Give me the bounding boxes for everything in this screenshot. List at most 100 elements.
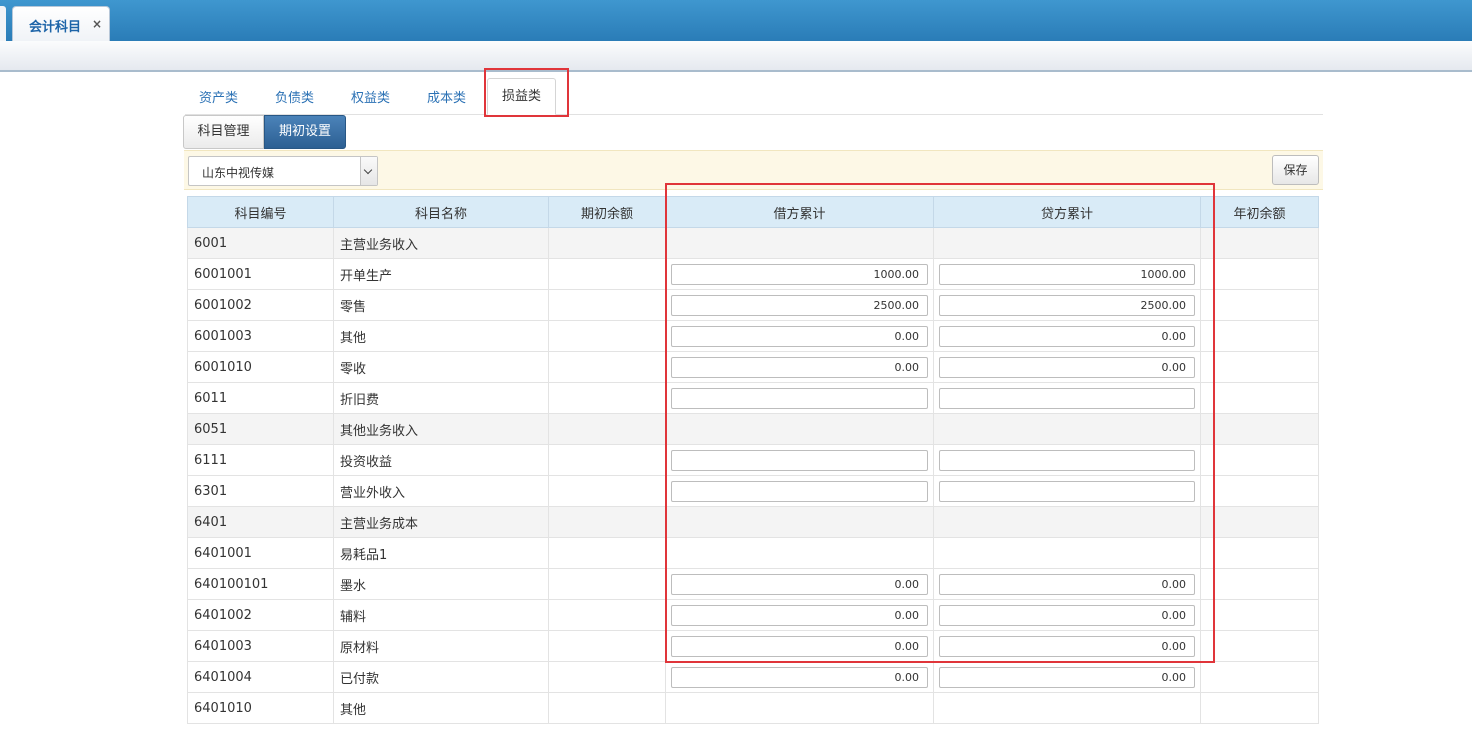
cell-opening-balance: [548, 537, 666, 569]
table-row: 6401003 原材料: [187, 630, 1319, 662]
debit-total-input[interactable]: [671, 325, 928, 347]
chevron-down-icon[interactable]: [360, 157, 377, 185]
tab-equity[interactable]: 权益类: [351, 84, 390, 114]
credit-total-input[interactable]: [939, 356, 1195, 378]
table-row: 6401 主营业务成本: [187, 506, 1319, 538]
debit-total-input[interactable]: [671, 666, 928, 688]
cell-credit-total: [933, 475, 1201, 507]
debit-total-input[interactable]: [671, 480, 928, 502]
credit-total-input[interactable]: [939, 294, 1195, 316]
sub-header-bar: [0, 41, 1472, 72]
cell-debit-total: [665, 258, 934, 290]
cell-year-opening: [1200, 444, 1319, 476]
cell-year-opening: [1200, 568, 1319, 600]
cell-code: 6001003: [187, 320, 334, 352]
table-row: 6401001 易耗品1: [187, 537, 1319, 569]
col-header-year-opening: 年初余额: [1200, 196, 1319, 228]
category-tabs: 资产类 负债类 权益类 成本类 损益类: [185, 78, 1323, 115]
cell-debit-total: [665, 413, 934, 445]
cell-debit-total: [665, 692, 934, 724]
cell-year-opening: [1200, 258, 1319, 290]
cell-credit-total: [933, 289, 1201, 321]
tab-liabilities[interactable]: 负债类: [275, 84, 314, 114]
credit-total-input[interactable]: [939, 325, 1195, 347]
cell-debit-total: [665, 444, 934, 476]
opening-balance-table: 科目编号 科目名称 期初余额 借方累计 贷方累计 年初余额 6001 主营业务收入…: [187, 196, 1319, 724]
cell-opening-balance: [548, 444, 666, 476]
cell-code: 6001010: [187, 351, 334, 383]
debit-total-input[interactable]: [671, 356, 928, 378]
debit-total-input[interactable]: [671, 294, 928, 316]
table-body: 6001主营业务收入6001001开单生产6001002零售6001003其他6…: [187, 227, 1319, 724]
col-header-debit-total: 借方累计: [665, 196, 934, 228]
tab-assets[interactable]: 资产类: [199, 84, 238, 114]
cell-code: 6051: [187, 413, 334, 445]
col-header-name: 科目名称: [333, 196, 549, 228]
table-row: 6011 折旧费: [187, 382, 1319, 414]
credit-total-input[interactable]: [939, 449, 1195, 471]
subject-management-button[interactable]: 科目管理: [183, 115, 264, 149]
debit-total-input[interactable]: [671, 387, 928, 409]
cell-name: 主营业务收入: [333, 227, 549, 259]
credit-total-input[interactable]: [939, 635, 1195, 657]
debit-total-input[interactable]: [671, 449, 928, 471]
credit-total-input[interactable]: [939, 666, 1195, 688]
cell-year-opening: [1200, 537, 1319, 569]
credit-total-input[interactable]: [939, 480, 1195, 502]
cell-opening-balance: [548, 413, 666, 445]
cell-year-opening: [1200, 289, 1319, 321]
cell-credit-total: [933, 444, 1201, 476]
debit-total-input[interactable]: [671, 635, 928, 657]
cell-debit-total: [665, 661, 934, 693]
cell-debit-total: [665, 599, 934, 631]
table-row: 6401004 已付款: [187, 661, 1319, 693]
cell-opening-balance: [548, 475, 666, 507]
cell-debit-total: [665, 475, 934, 507]
cell-opening-balance: [548, 599, 666, 631]
company-select[interactable]: 山东中视传媒: [188, 156, 378, 186]
cell-year-opening: [1200, 351, 1319, 383]
cell-year-opening: [1200, 692, 1319, 724]
company-select-value: 山东中视传媒: [202, 166, 275, 180]
cell-year-opening: [1200, 413, 1319, 445]
save-button[interactable]: 保存: [1272, 155, 1319, 185]
cell-opening-balance: [548, 382, 666, 414]
cell-debit-total: [665, 382, 934, 414]
table-row: 6001 主营业务收入: [187, 227, 1319, 259]
cell-opening-balance: [548, 692, 666, 724]
tab-cost[interactable]: 成本类: [427, 84, 466, 114]
cell-credit-total: [933, 630, 1201, 662]
cell-name: 主营业务成本: [333, 506, 549, 538]
table-row: 6051 其他业务收入: [187, 413, 1319, 445]
col-header-code: 科目编号: [187, 196, 334, 228]
app-tab-label: 会计科目: [29, 20, 82, 35]
cell-credit-total: [933, 506, 1201, 538]
cell-name: 其他业务收入: [333, 413, 549, 445]
cell-debit-total: [665, 630, 934, 662]
debit-total-input[interactable]: [671, 573, 928, 595]
cell-opening-balance: [548, 351, 666, 383]
cell-code: 640100101: [187, 568, 334, 600]
cell-name: 墨水: [333, 568, 549, 600]
cell-debit-total: [665, 537, 934, 569]
close-icon[interactable]: ×: [92, 17, 102, 31]
credit-total-input[interactable]: [939, 604, 1195, 626]
app-tab-accounting-subjects[interactable]: 会计科目 ×: [12, 6, 110, 41]
cell-opening-balance: [548, 630, 666, 662]
cell-credit-total: [933, 227, 1201, 259]
debit-total-input[interactable]: [671, 263, 928, 285]
credit-total-input[interactable]: [939, 263, 1195, 285]
cell-year-opening: [1200, 661, 1319, 693]
cell-name: 投资收益: [333, 444, 549, 476]
cell-credit-total: [933, 661, 1201, 693]
credit-total-input[interactable]: [939, 573, 1195, 595]
tab-profit-loss[interactable]: 损益类: [487, 78, 557, 115]
credit-total-input[interactable]: [939, 387, 1195, 409]
debit-total-input[interactable]: [671, 604, 928, 626]
table-row: 6301 营业外收入: [187, 475, 1319, 507]
table-row: 6001001 开单生产: [187, 258, 1319, 290]
opening-setup-button[interactable]: 期初设置: [264, 115, 346, 149]
col-header-opening-balance: 期初余额: [548, 196, 666, 228]
cell-code: 6001: [187, 227, 334, 259]
cell-code: 6401004: [187, 661, 334, 693]
